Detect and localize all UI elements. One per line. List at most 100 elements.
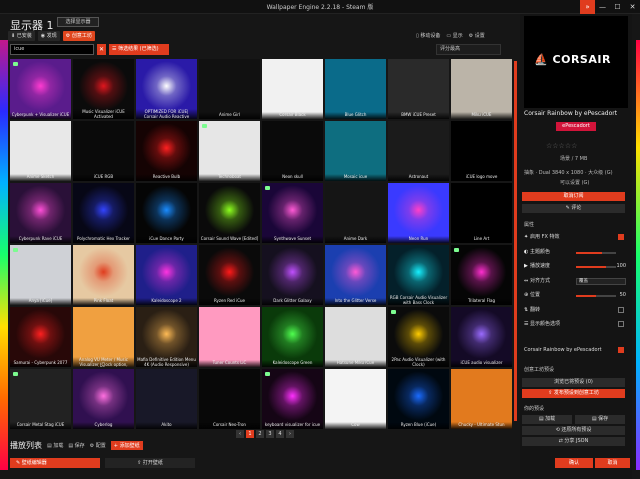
wallpaper-tile[interactable]: Dark Glitter Galaxy xyxy=(262,245,323,305)
share-json-button[interactable]: ⇄ 分享 JSON xyxy=(522,437,625,446)
wallpaper-tile[interactable]: Miku iCUE xyxy=(451,59,512,119)
playlist-save-button[interactable]: ▤ 保存 xyxy=(68,442,84,449)
property-label: 主题颜色 xyxy=(530,248,551,255)
preset-checkbox[interactable] xyxy=(618,347,624,353)
ok-button[interactable]: 确认 xyxy=(555,458,593,468)
property-checkbox[interactable] xyxy=(618,234,624,240)
property-slider[interactable] xyxy=(576,295,616,297)
display-button[interactable]: ▭ 显示 xyxy=(446,31,462,41)
wallpaper-tile[interactable]: Anya [iCue] xyxy=(10,245,71,305)
wallpaper-tile[interactable]: Cyberpunk Rave iCUE xyxy=(10,183,71,243)
author-button[interactable]: ePescadort xyxy=(556,122,596,131)
property-slider[interactable] xyxy=(576,266,616,268)
wallpaper-tile[interactable]: Corsair Metal Stag iCUE xyxy=(10,369,71,429)
tab-workshop[interactable]: ⚙ 创意工坊 xyxy=(62,31,95,41)
wallpaper-tile[interactable]: Pink Float xyxy=(73,245,134,305)
page-prev-button[interactable]: ‹ xyxy=(236,430,244,438)
wallpaper-tile[interactable]: Samurai - Cyberpunk 2077 xyxy=(10,307,71,367)
wallpaper-tile[interactable]: Polychromatic Hex Tracker xyxy=(73,183,134,243)
wallpaper-tile[interactable]: Astronaut xyxy=(388,121,449,181)
wallpaper-tile[interactable]: Kaleidoscope 2 xyxy=(136,245,197,305)
wallpaper-tile[interactable]: Line Art xyxy=(451,183,512,243)
wallpaper-tile[interactable]: Ryzen Blue (iCue) xyxy=(388,369,449,429)
wallpaper-tile[interactable]: Corsair Sound Wave [Edited] xyxy=(199,183,260,243)
wallpaper-tile[interactable]: Chucky - Ultimate Stun xyxy=(451,369,512,429)
browse-presets-button[interactable]: 浏览已将预设 (0) xyxy=(522,378,625,387)
close-icon[interactable]: ✕ xyxy=(625,0,640,14)
wallpaper-tile[interactable]: Anime Sketch xyxy=(10,121,71,181)
wallpaper-tile[interactable]: Synthwave Sunset xyxy=(262,183,323,243)
wallpaper-tile[interactable]: Corsair Black xyxy=(262,59,323,119)
page-next-button[interactable]: › xyxy=(286,430,294,438)
wallpaper-tile[interactable]: iCUE audio visualizer xyxy=(451,307,512,367)
wallpaper-tile[interactable]: Technoboat xyxy=(199,121,260,181)
wallpaper-tile[interactable]: Kaleidoscope Green xyxy=(262,307,323,367)
wallpaper-tile[interactable]: Cow xyxy=(325,369,386,429)
wallpaper-tile[interactable]: iCUE logo move xyxy=(451,121,512,181)
property-slider[interactable] xyxy=(576,251,616,254)
wallpaper-tile[interactable]: RGB Corsair Audio Visualizer with Bass C… xyxy=(388,245,449,305)
back-icon[interactable]: » xyxy=(580,0,595,14)
playlist-load-button[interactable]: ▤ 加载 xyxy=(47,442,63,449)
wallpaper-tile[interactable]: Mosaic icue xyxy=(325,121,386,181)
tab-installed[interactable]: ⬇ 已安装 xyxy=(8,31,35,41)
playlist-add-button[interactable]: + 添加壁纸 xyxy=(110,441,143,450)
wallpaper-title: Pink Float xyxy=(73,298,134,305)
wallpaper-tile[interactable]: Mafia Definitive Edition Menu 4K (Audio … xyxy=(136,307,197,367)
minimize-icon[interactable]: — xyxy=(595,0,610,14)
clear-search-button[interactable]: ✕ xyxy=(97,44,106,55)
filter-results-button[interactable]: ☰ 筛选结果 (已筛选) xyxy=(109,44,169,55)
search-input[interactable]: icue xyxy=(10,44,94,55)
wallpaper-tile[interactable]: Into the Glitter Verse xyxy=(325,245,386,305)
page-2-button[interactable]: 2 xyxy=(256,430,264,438)
wallpaper-tile[interactable]: OPTIMIZED FOR iCUE| Corsair Audio Reacti… xyxy=(136,59,197,119)
wallpaper-tile[interactable]: Ryzen Red iCue xyxy=(199,245,260,305)
comment-button[interactable]: ✎ 评论 xyxy=(522,204,625,213)
wallpaper-tile[interactable]: Corsair Neo-Tron xyxy=(199,369,260,429)
cancel-button[interactable]: 取消 xyxy=(595,458,630,468)
wallpaper-tile[interactable]: iCUE RGB xyxy=(73,121,134,181)
wallpaper-tile[interactable]: Reactive Bulb xyxy=(136,121,197,181)
wallpaper-tile[interactable]: Anime Girl xyxy=(199,59,260,119)
wallpaper-tile[interactable]: Analog VU Meter / Music Visualizer (Cloc… xyxy=(73,307,134,367)
page-3-button[interactable]: 3 xyxy=(266,430,274,438)
open-wallpaper-button[interactable]: ⇪ 打开壁纸 xyxy=(105,458,195,468)
share-preset-button[interactable]: ⇪ 发布预设到创意工坊 xyxy=(522,389,625,398)
wallpaper-tile[interactable]: keyboard visualizer for icue xyxy=(262,369,323,429)
title-bar: Wallpaper Engine 2.2.18 - Steam 版 » — ☐ … xyxy=(0,0,640,14)
wallpaper-tile[interactable]: Trilateral Flag xyxy=(451,245,512,305)
settings-button[interactable]: ⚙ 设置 xyxy=(469,31,485,41)
wallpaper-tile[interactable]: 2Pac Audio Visualizer (with Clock) xyxy=(388,307,449,367)
wallpaper-tile[interactable]: Cyberlog xyxy=(73,369,134,429)
wallpaper-tile[interactable]: Akito xyxy=(136,369,197,429)
property-dropdown[interactable]: 覆盖 xyxy=(576,277,626,285)
property-checkbox[interactable] xyxy=(618,306,624,313)
wallpaper-tile[interactable]: Neon skull xyxy=(262,121,323,181)
wallpaper-tile[interactable]: iCue Dance Party xyxy=(136,183,197,243)
wallpaper-thumbnail xyxy=(451,369,512,429)
maximize-icon[interactable]: ☐ xyxy=(610,0,625,14)
sort-select[interactable]: 评分最高 xyxy=(436,44,501,55)
page-1-button[interactable]: 1 xyxy=(246,430,254,438)
reset-presets-button[interactable]: ⟲ 还原所有预设 xyxy=(522,426,625,435)
wallpaper-tile[interactable]: Cyberpunk + Visualizer iCUE xyxy=(10,59,71,119)
wallpaper-tile[interactable]: Hatsune Miku iCue xyxy=(325,307,386,367)
wallpaper-tile[interactable]: Anime Dark xyxy=(325,183,386,243)
wallpaper-tile[interactable]: Tuner Counts LiC xyxy=(199,307,260,367)
playlist-config-button[interactable]: ⚙ 配置 xyxy=(90,442,106,449)
preset-load-button[interactable]: ▤ 加载 xyxy=(522,415,572,424)
display-select-button[interactable]: 选择显示器 xyxy=(57,17,99,27)
wallpaper-tile[interactable]: Neon Run xyxy=(388,183,449,243)
wallpaper-editor-button[interactable]: ✎ 壁纸编辑器 xyxy=(10,458,100,468)
share-json-label: 分享 JSON xyxy=(564,438,589,444)
unsubscribe-button[interactable]: 取消订阅 xyxy=(522,192,625,201)
tab-discover[interactable]: ◉ 发现 xyxy=(37,31,60,41)
property-checkbox[interactable] xyxy=(618,321,624,327)
wallpaper-tile[interactable]: BMW iCUE Preset xyxy=(388,59,449,119)
wallpaper-tile[interactable]: Blue Glitch xyxy=(325,59,386,119)
page-4-button[interactable]: 4 xyxy=(276,430,284,438)
preset-save-button[interactable]: ▤ 保存 xyxy=(575,415,625,424)
wallpaper-tile[interactable]: Music Visualizer iCUE Activated xyxy=(73,59,134,119)
grid-scrollbar[interactable] xyxy=(514,61,517,421)
mobile-button[interactable]: ▯ 移动设备 xyxy=(416,31,440,41)
